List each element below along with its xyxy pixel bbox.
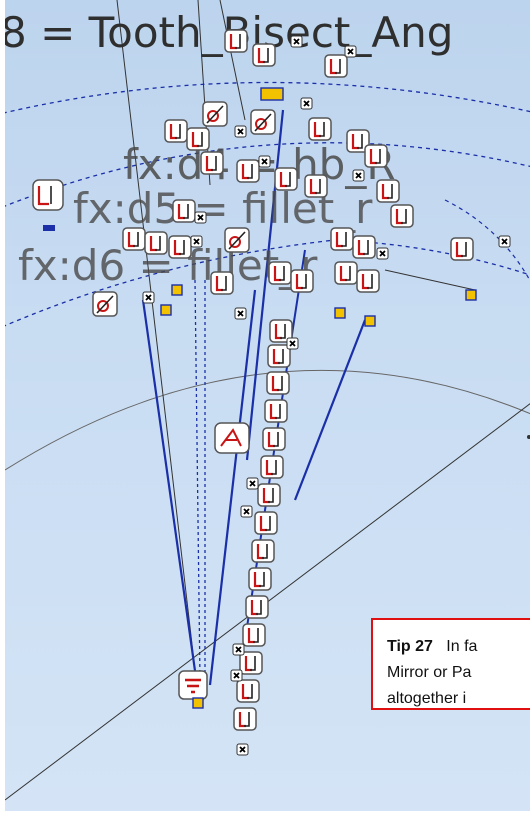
tip-callout: Tip 27 In fa Mirror or Pa altogether i bbox=[371, 618, 530, 710]
tip-line-3: altogether i bbox=[387, 690, 467, 707]
midpoint-icon bbox=[214, 422, 250, 454]
tip-line-2: Mirror or Pa bbox=[387, 664, 472, 681]
upper-cluster bbox=[121, 28, 511, 327]
fix-point-bottom bbox=[192, 697, 204, 709]
screenshot-stage: 8 = Tooth_Bisect_Ang fx:d4 = hb_R fx:d5 … bbox=[0, 0, 530, 821]
tip-title: Tip 27 bbox=[387, 638, 433, 655]
parallel-icon-stack bbox=[232, 318, 294, 732]
sketch-canvas[interactable]: 8 = Tooth_Bisect_Ang fx:d4 = hb_R fx:d5 … bbox=[5, 0, 530, 811]
tip-line-1: In fa bbox=[446, 638, 478, 655]
coincident-icon-bottom bbox=[178, 670, 208, 700]
